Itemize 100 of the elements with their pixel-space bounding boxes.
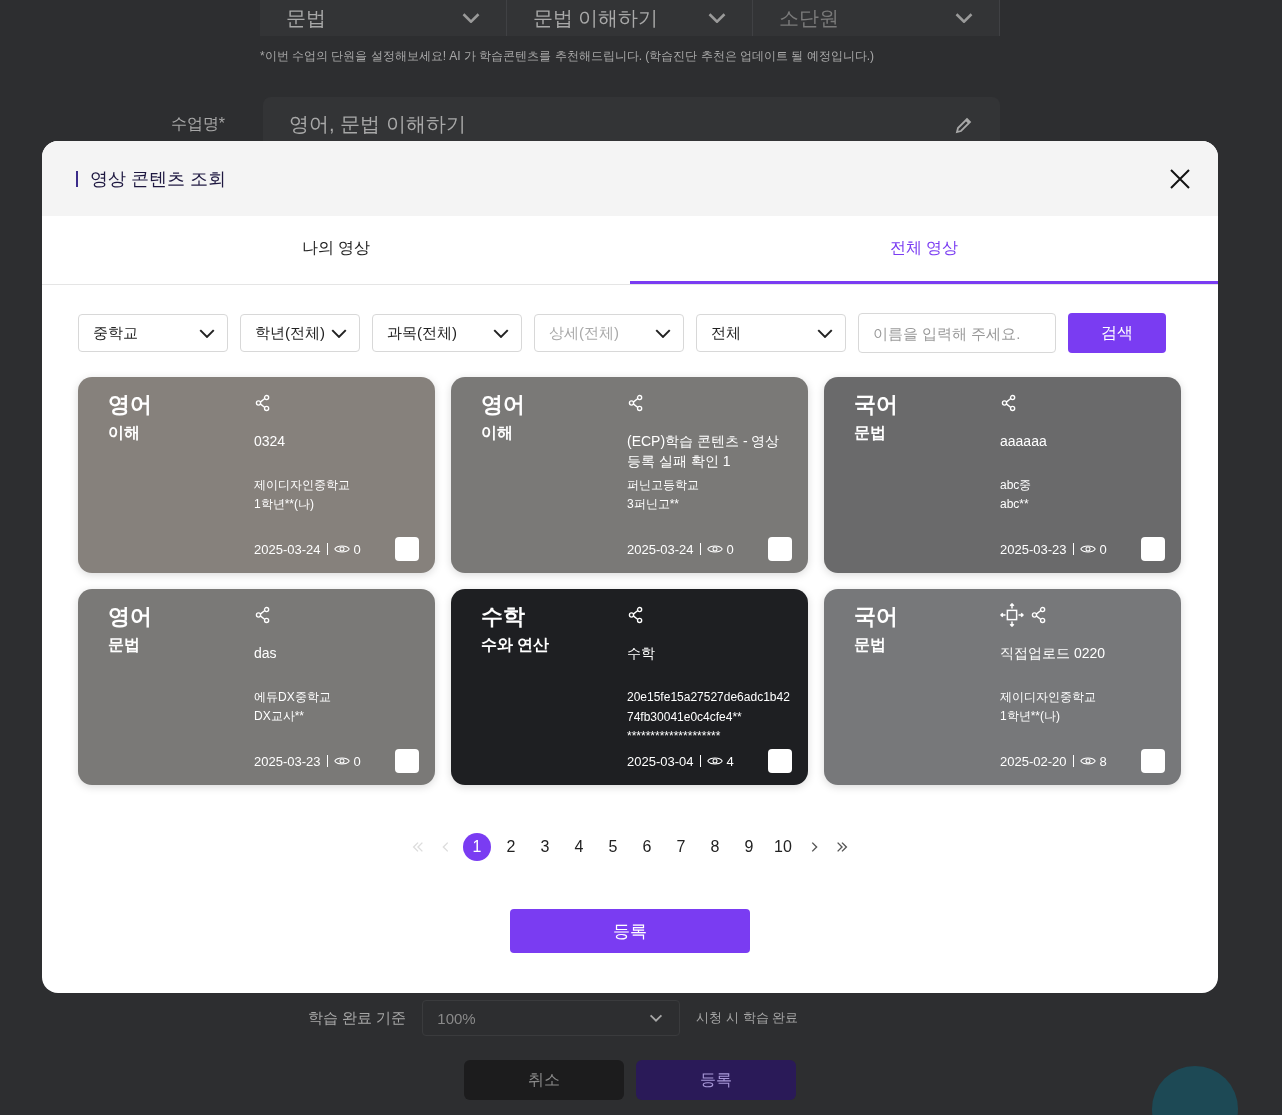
select-checkbox[interactable] <box>768 537 792 561</box>
view-count: 0 <box>353 541 361 557</box>
subject-label: 영어 <box>481 391 526 419</box>
teacher-name: 3퍼닌고** <box>627 496 680 513</box>
page-button[interactable]: 1 <box>463 833 491 861</box>
cancel-button[interactable]: 취소 <box>464 1060 624 1100</box>
upload-date: 2025-03-23 <box>254 753 321 769</box>
select-checkbox[interactable] <box>395 537 419 561</box>
page-button[interactable]: 3 <box>531 833 559 861</box>
chevron-down-icon <box>493 328 509 338</box>
upload-date: 2025-03-24 <box>254 541 321 557</box>
select-checkbox[interactable] <box>1141 749 1165 773</box>
page-button[interactable]: 8 <box>701 833 729 861</box>
chevron-down-icon <box>708 13 727 23</box>
subject-label: 영어 <box>108 391 153 419</box>
subject-label: 수학 <box>481 603 526 631</box>
school-name: abc중 <box>1000 477 1033 494</box>
chevron-down-icon <box>817 328 833 338</box>
upload-date: 2025-03-04 <box>627 753 694 769</box>
select-checkbox[interactable] <box>768 749 792 773</box>
video-card[interactable]: 영어 이해 (ECP)학습 콘텐츠 - 영상 등록 실패 확인 1 퍼닌고등학교 3퍼닌고** 2025-03-24 0 <box>451 377 808 573</box>
topic-label: 이해 <box>481 423 514 443</box>
subject-label: 국어 <box>854 603 899 631</box>
topic-label: 수와 연산 <box>481 635 551 655</box>
share-icon[interactable] <box>627 606 645 624</box>
select-checkbox[interactable] <box>1141 537 1165 561</box>
completion-select[interactable]: 100% <box>422 1000 681 1036</box>
page-button[interactable]: 2 <box>497 833 525 861</box>
completion-note: 시청 시 학습 완료 <box>696 1009 799 1027</box>
video-card[interactable]: 국어 문법 aaaaaa abc중 abc** 2025-03-23 0 <box>824 377 1181 573</box>
view-count: 0 <box>353 753 361 769</box>
video-title: 직접업로드 0220 <box>1000 644 1107 663</box>
teacher-name: 1학년**(나) <box>1000 708 1061 725</box>
page-button[interactable]: 7 <box>667 833 695 861</box>
view-count: 0 <box>726 541 734 557</box>
search-button[interactable]: 검색 <box>1068 313 1166 353</box>
video-title: 수학 <box>627 644 656 663</box>
eye-icon <box>706 543 723 555</box>
video-title: 0324 <box>254 432 287 451</box>
video-title: (ECP)학습 콘텐츠 - 영상 등록 실패 확인 1 <box>627 432 781 471</box>
upload-date: 2025-03-23 <box>1000 541 1067 557</box>
teacher-name: abc** <box>1000 496 1030 513</box>
school-name: 퍼닌고등학교 <box>627 477 700 494</box>
teacher-name: ******************** <box>627 728 722 745</box>
modal-title: 영상 콘텐츠 조회 <box>76 170 226 187</box>
view-count: 8 <box>1099 753 1107 769</box>
filter-select[interactable]: 중학교 <box>78 314 228 352</box>
eye-icon <box>1079 543 1096 555</box>
upload-date: 2025-03-24 <box>627 541 694 557</box>
eye-icon <box>333 543 350 555</box>
chevron-down-icon <box>461 13 480 23</box>
completion-label: 학습 완료 기준 <box>308 1008 407 1028</box>
page-button[interactable]: 10 <box>769 833 797 861</box>
topic-label: 이해 <box>108 423 141 443</box>
video-card[interactable]: 영어 문법 das 에듀DX중학교 DX교사** 2025-03-23 0 <box>78 589 435 785</box>
chevron-down-icon <box>955 13 973 23</box>
topic-label: 문법 <box>854 635 887 655</box>
page-button[interactable]: 4 <box>565 833 593 861</box>
eye-icon <box>706 755 723 767</box>
chevron-down-icon <box>199 328 215 338</box>
view-count: 4 <box>726 753 734 769</box>
teacher-name: 1학년**(나) <box>254 496 315 513</box>
subject-label: 영어 <box>108 603 153 631</box>
school-name: 20e15fe15a27527de6adc1b4274fb30041e0c4cfe4** <box>627 689 791 726</box>
school-name: 제이디자인중학교 <box>1000 689 1097 706</box>
page-button[interactable]: 6 <box>633 833 661 861</box>
page-button[interactable]: 5 <box>599 833 627 861</box>
double-chevron-left-icon <box>411 840 425 854</box>
video-title: aaaaaa <box>1000 432 1048 451</box>
topic-label: 문법 <box>854 423 887 443</box>
upload-date: 2025-02-20 <box>1000 753 1067 769</box>
chevron-down-icon <box>655 328 671 338</box>
unit-hint: *이번 수업의 단원을 설정해보세요! AI 가 학습콘텐츠를 추천해드립니다. (학습진단 추천은 업데이트 될 예정입니다.) <box>260 48 875 65</box>
view-count: 0 <box>1099 541 1107 557</box>
school-name: 제이디자인중학교 <box>254 477 351 494</box>
double-chevron-right-icon <box>835 840 849 854</box>
register-button[interactable]: 등록 <box>636 1060 796 1100</box>
eye-icon <box>1079 755 1096 767</box>
search-field[interactable]: 이름을 입력해 주세요. <box>858 313 1056 353</box>
unit-select[interactable]: 문법 이해하기 <box>506 0 754 36</box>
filter-select[interactable]: 전체 <box>696 314 846 352</box>
video-card[interactable]: 영어 이해 0324 제이디자인중학교 1학년**(나) 2025-03-24 0 <box>78 377 435 573</box>
topic-label: 문법 <box>108 635 141 655</box>
video-card[interactable]: 수학 수와 연산 수학 20e15fe15a27527de6adc1b4274fb30041e0c4cfe4** ******************** 2025-03-04 4 <box>451 589 808 785</box>
close-button[interactable] <box>1168 166 1192 191</box>
subject-label: 국어 <box>854 391 899 419</box>
unit-select[interactable]: 문법 <box>260 0 507 36</box>
video-card[interactable]: 국어 문법 직접업로드 0220 제이디자인중학교 1학년**(나) 2025-02-20 8 <box>824 589 1181 785</box>
eye-icon <box>333 755 350 767</box>
video-title: das <box>254 644 278 663</box>
filter-select[interactable]: 학년(전체) <box>240 314 360 352</box>
filter-select[interactable]: 과목(전체) <box>372 314 522 352</box>
page-button[interactable]: 9 <box>735 833 763 861</box>
close-icon <box>1168 166 1192 191</box>
register-button[interactable]: 등록 <box>510 909 750 953</box>
teacher-name: DX교사** <box>254 708 305 725</box>
school-name: 에듀DX중학교 <box>254 689 332 706</box>
select-checkbox[interactable] <box>395 749 419 773</box>
class-name-label: 수업명* <box>169 114 225 134</box>
chevron-down-icon <box>331 328 347 338</box>
